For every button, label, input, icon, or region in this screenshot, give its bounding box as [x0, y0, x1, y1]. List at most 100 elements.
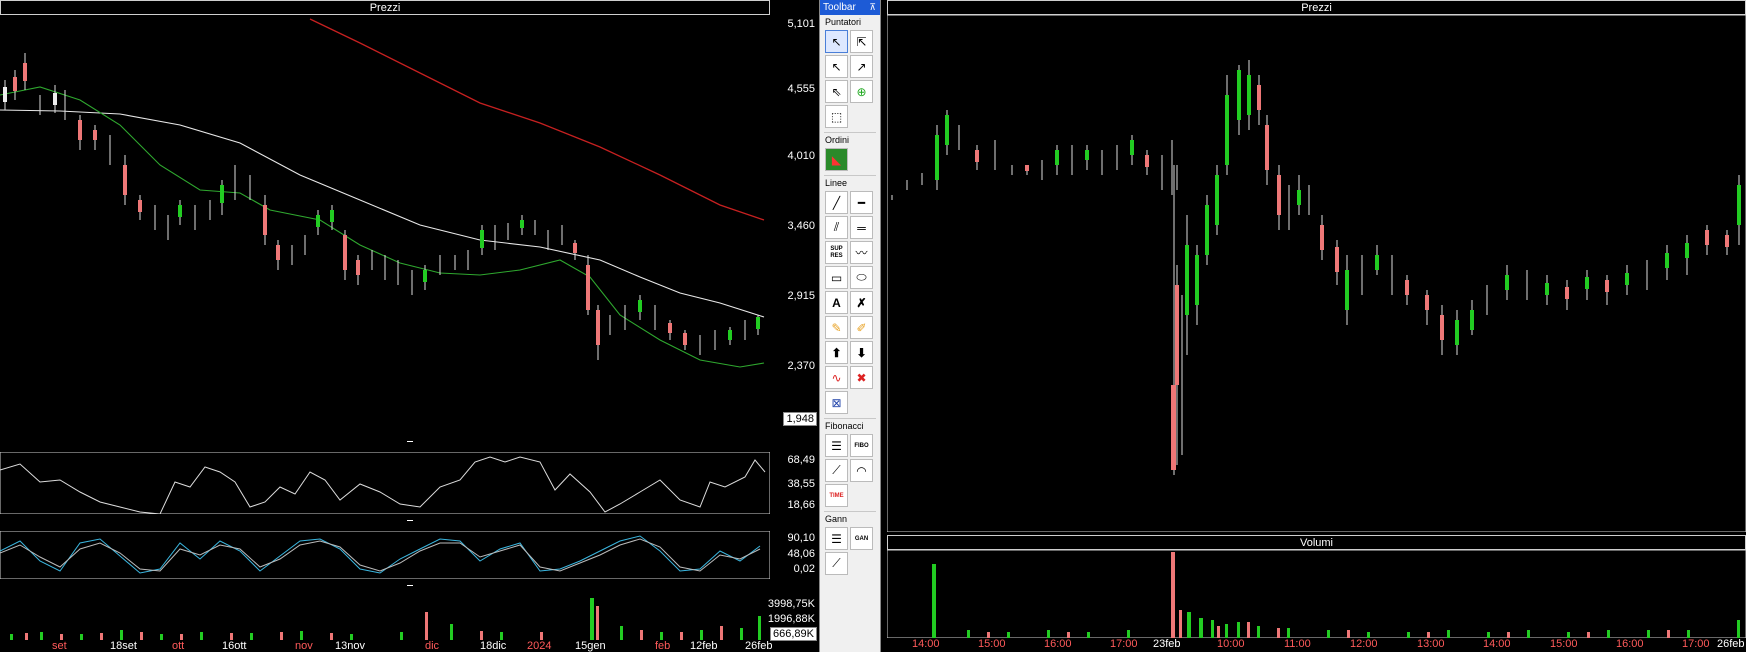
price-tick: 4,010 [787, 150, 815, 162]
rsi-tick: 18,66 [787, 499, 815, 511]
parallel-lines-icon[interactable]: ═ [850, 216, 873, 239]
polyline-icon[interactable]: 〰 [850, 241, 873, 264]
arrow-up-icon[interactable]: ⬆ [825, 341, 848, 364]
panel-separator[interactable] [0, 581, 819, 595]
stoch-tick: 90,10 [787, 532, 815, 544]
crossing-lines-icon[interactable]: ✗ [850, 291, 873, 314]
gann-fan-icon[interactable]: GAN [850, 527, 873, 550]
vol-tick: 1996,88K [767, 613, 815, 625]
x-label: 12:00 [1350, 638, 1378, 650]
x-label: feb [655, 640, 671, 652]
x-label: 17:00 [1682, 638, 1710, 650]
x-label: 23feb [1153, 638, 1181, 650]
right-price-title: Prezzi [887, 0, 1746, 15]
drawing-toolbar: Toolbar ⊼ Puntatori ↖ ⇱ ↖ ↗ ⇖ ⊕ ⬚ Ordini… [819, 0, 881, 652]
ellipse-icon[interactable]: ⬭ [850, 266, 873, 289]
gann-grid-icon[interactable]: ☰ [825, 527, 848, 550]
x-label: 18dic [480, 640, 507, 652]
x-label: 18set [110, 640, 137, 652]
x-label: nov [295, 640, 313, 652]
left-price-axis: 5,101 4,555 4,010 3,460 2,915 2,370 1,94… [770, 15, 819, 435]
price-tick: 2,915 [787, 290, 815, 302]
left-stochastic-chart[interactable] [0, 531, 770, 579]
section-lines: Linee [825, 178, 848, 188]
x-label: 11:00 [1284, 638, 1311, 650]
vol-last-value: 666,89K [770, 627, 817, 641]
pointer-select-icon[interactable]: ↖ [825, 55, 848, 78]
x-label: dic [425, 640, 440, 652]
section-pointers: Puntatori [825, 17, 862, 27]
toolbar-title: Toolbar [823, 2, 856, 13]
x-label: 2024 [527, 640, 552, 652]
rsi-tick: 38,55 [787, 478, 815, 490]
left-price-chart[interactable] [0, 15, 770, 435]
price-tick: 4,555 [787, 83, 815, 95]
section-orders: Ordini [825, 135, 850, 145]
stoch-tick: 48,06 [787, 548, 815, 560]
x-label: 15gen [575, 640, 606, 652]
right-volume-chart[interactable] [887, 550, 1746, 638]
x-label: 26feb [1717, 638, 1745, 650]
stoch-tick: 0,02 [793, 563, 815, 575]
price-tick: 3,460 [787, 220, 815, 232]
x-label: 14:00 [912, 638, 940, 650]
channel-icon[interactable]: ⫽ [825, 216, 848, 239]
wave-icon[interactable]: ∿ [825, 366, 848, 389]
pointer-multi-icon[interactable]: ↗ [850, 55, 873, 78]
vol-tick: 3998,75K [767, 598, 815, 610]
left-stochastic-axis: 90,10 48,06 0,02 [770, 531, 819, 579]
panel-separator[interactable] [0, 437, 819, 451]
arrow-down-icon[interactable]: ⬇ [850, 341, 873, 364]
left-volume-chart[interactable] [0, 596, 770, 640]
left-price-title: Prezzi [0, 0, 770, 15]
right-price-chart[interactable] [887, 15, 1746, 532]
x-label: 16:00 [1044, 638, 1072, 650]
delete-all-icon[interactable]: ⊠ [825, 391, 848, 414]
text-icon[interactable]: A [825, 291, 848, 314]
gann-lines-icon[interactable]: ⟋ [825, 552, 848, 575]
x-label: set [52, 640, 67, 652]
fibo-arc-icon[interactable]: ◠ [850, 459, 873, 482]
section-gann: Gann [825, 514, 848, 524]
fibo-time-icon[interactable]: TIME [825, 484, 848, 507]
support-resistance-icon[interactable]: SUP RES [825, 241, 848, 264]
pointer-info-icon[interactable]: ⇱ [850, 30, 873, 53]
eraser-icon[interactable]: ✐ [850, 316, 873, 339]
x-label: 13nov [335, 640, 365, 652]
section-fibonacci: Fibonacci [825, 421, 864, 431]
pointer-move-icon[interactable]: ⇖ [825, 80, 848, 103]
horizontal-line-icon[interactable]: ━ [850, 191, 873, 214]
x-label: 17:00 [1110, 638, 1138, 650]
panel-separator[interactable] [0, 516, 819, 530]
x-label: 13:00 [1417, 638, 1445, 650]
pencil-icon[interactable]: ✎ [825, 316, 848, 339]
left-x-axis: set 18set ott 16ott nov 13nov dic 18dic … [0, 640, 773, 652]
fibo-lines-icon[interactable]: ⟋ [825, 459, 848, 482]
x-label: 10:00 [1217, 638, 1245, 650]
price-last-value: 1,948 [783, 412, 817, 426]
rect-select-icon[interactable]: ⬚ [825, 105, 848, 128]
x-label: ott [172, 640, 185, 652]
x-label: 15:00 [978, 638, 1006, 650]
left-rsi-chart[interactable] [0, 452, 770, 514]
order-icon[interactable]: ◣ [825, 148, 848, 171]
rsi-tick: 68,49 [787, 454, 815, 466]
fibo-fan-icon[interactable]: FIBO [850, 434, 873, 457]
price-tick: 2,370 [787, 360, 815, 372]
trendline-icon[interactable]: ╱ [825, 191, 848, 214]
zoom-icon[interactable]: ⊕ [850, 80, 873, 103]
x-label: 16ott [222, 640, 247, 652]
left-volume-axis: 3998,75K 1996,88K 666,89K [767, 596, 819, 641]
right-x-axis: 14:00 15:00 16:00 17:00 23feb 10:00 11:0… [887, 638, 1746, 652]
x-label: 26feb [745, 640, 773, 652]
price-tick: 5,101 [787, 18, 815, 30]
pin-icon[interactable]: ⊼ [869, 0, 876, 15]
delete-drawings-icon[interactable]: ✖ [850, 366, 873, 389]
x-label: 12feb [690, 640, 718, 652]
fibo-retracement-icon[interactable]: ☰ [825, 434, 848, 457]
pointer-arrow-icon[interactable]: ↖ [825, 30, 848, 53]
x-label: 14:00 [1483, 638, 1511, 650]
toolbar-header[interactable]: Toolbar ⊼ [820, 0, 880, 15]
rectangle-icon[interactable]: ▭ [825, 266, 848, 289]
x-label: 15:00 [1550, 638, 1578, 650]
